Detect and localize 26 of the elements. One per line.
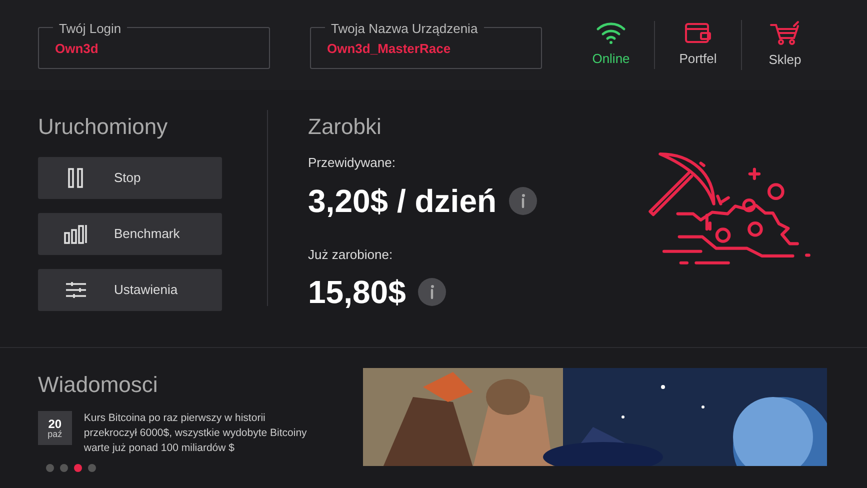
field-value: Own3d_MasterRace xyxy=(327,40,451,58)
nav-button[interactable]: Online xyxy=(568,21,654,69)
info-icon[interactable] xyxy=(418,278,446,306)
date-day: 20 xyxy=(48,418,62,430)
earnings-value: 3,20$ / dzień xyxy=(308,182,497,220)
action-button[interactable]: Stop xyxy=(38,157,222,199)
sliders-icon xyxy=(65,281,87,299)
pause-icon xyxy=(67,168,85,188)
wallet-icon xyxy=(684,21,712,46)
info-icon[interactable] xyxy=(508,186,537,214)
action-button[interactable]: Ustawienia xyxy=(38,269,222,311)
earnings-label: Już zarobione: xyxy=(308,246,394,264)
earnings-label: Przewidywane: xyxy=(308,154,396,172)
news-text: Kurs Bitcoina po raz pierwszy w historii przekroczył 6000$, wszystkie wydobyte Bitcoiny warte już ponad 100 miliardów $ xyxy=(84,411,308,456)
bar-chart-icon xyxy=(64,224,88,244)
action-button[interactable]: Benchmark xyxy=(38,213,222,255)
section-title: Zarobki xyxy=(308,113,382,141)
earnings-value: 15,80$ xyxy=(308,273,406,312)
section-title: Wiadomosci xyxy=(38,371,159,399)
date-month: paź xyxy=(48,430,62,438)
cart-icon xyxy=(769,20,801,46)
wifi-icon xyxy=(596,21,626,46)
section-title: Uruchomiony xyxy=(38,113,169,141)
nav-button[interactable]: Sklep xyxy=(742,20,828,70)
field-value: Own3d xyxy=(55,40,98,58)
nav-button[interactable]: Portfel xyxy=(655,21,741,69)
